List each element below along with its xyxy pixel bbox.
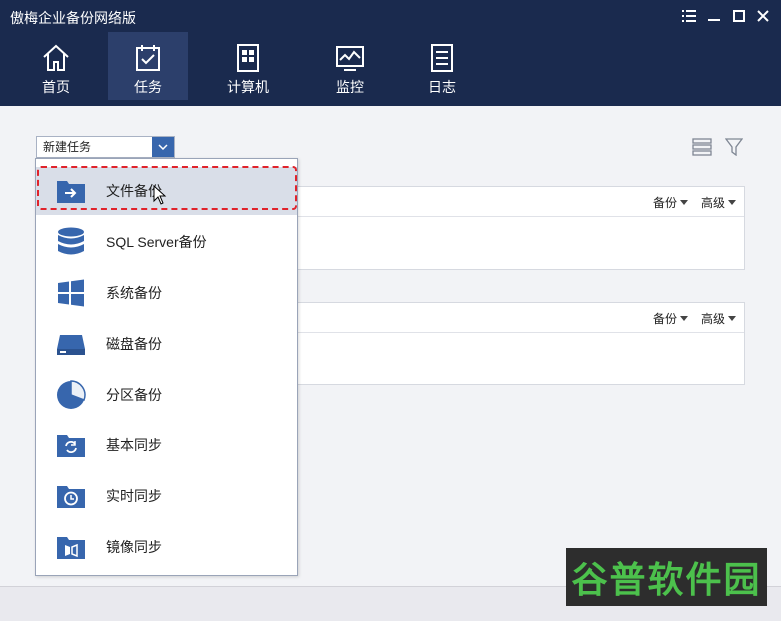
watermark-logo: 谷普软件园 — [566, 548, 767, 606]
filter-button[interactable] — [724, 138, 744, 159]
log-icon — [431, 44, 453, 72]
tab-monitor[interactable]: 监控 — [310, 32, 390, 100]
maximize-icon — [733, 10, 745, 22]
tab-label: 首页 — [42, 79, 70, 95]
app-title: 傲梅企业备份网络版 — [10, 10, 136, 26]
menu-item-label: 实时同步 — [106, 488, 162, 504]
new-task-menu: 文件备份 SQL Server备份 系统备份 磁盘备份 分区备份 基本同步 实时… — [35, 158, 298, 576]
menu-item-disk-backup[interactable]: 磁盘备份 — [36, 320, 297, 368]
database-icon — [56, 227, 86, 257]
menu-item-label: SQL Server备份 — [106, 234, 207, 250]
backup-menu[interactable]: 备份 — [653, 310, 689, 327]
caret-down-icon — [680, 316, 689, 321]
disk-icon — [56, 329, 86, 359]
close-button[interactable] — [752, 6, 774, 26]
watermark-text: 谷普软件园 — [571, 559, 762, 600]
menu-icon — [682, 10, 696, 22]
tab-label: 监控 — [336, 79, 364, 95]
menu-item-partition-backup[interactable]: 分区备份 — [36, 371, 297, 419]
highlight-annotation — [37, 166, 297, 210]
menu-button[interactable] — [678, 6, 700, 26]
backup-label: 备份 — [653, 312, 678, 326]
tab-label: 任务 — [134, 79, 162, 95]
list-view-icon — [692, 138, 712, 156]
monitor-icon — [336, 46, 364, 71]
minimize-button[interactable] — [703, 6, 725, 26]
menu-item-label: 磁盘备份 — [106, 336, 162, 352]
tab-label: 计算机 — [227, 79, 269, 95]
task-card-header: 备份 高级 — [297, 303, 744, 333]
list-view-button[interactable] — [692, 138, 712, 159]
chevron-down-icon — [152, 137, 174, 157]
advanced-menu[interactable]: 高级 — [701, 310, 737, 327]
menu-item-label: 分区备份 — [106, 387, 162, 403]
caret-down-icon — [728, 316, 737, 321]
task-card: 备份 高级 — [296, 302, 745, 385]
advanced-label: 高级 — [701, 196, 726, 210]
menu-item-realtime-sync[interactable]: 实时同步 — [36, 472, 297, 520]
new-task-dropdown[interactable]: 新建任务 — [36, 136, 175, 158]
close-icon — [757, 10, 769, 22]
tab-tasks[interactable]: 任务 — [108, 32, 188, 100]
menu-item-mirror-sync[interactable]: 镜像同步 — [36, 523, 297, 571]
filter-icon — [724, 138, 744, 157]
clock-folder-icon — [56, 481, 86, 511]
task-card-header: 备份 高级 — [297, 187, 744, 217]
minimize-icon — [708, 19, 720, 21]
new-task-label: 新建任务 — [43, 140, 92, 154]
advanced-menu[interactable]: 高级 — [701, 194, 737, 211]
sync-folder-icon — [56, 430, 86, 460]
pie-icon — [56, 380, 86, 410]
tab-log[interactable]: 日志 — [402, 32, 482, 100]
menu-item-label: 系统备份 — [106, 285, 162, 301]
title-bar: 傲梅企业备份网络版 首页 任务 计算机 监控 日志 — [0, 0, 781, 106]
backup-menu[interactable]: 备份 — [653, 194, 689, 211]
backup-label: 备份 — [653, 196, 678, 210]
menu-item-system-backup[interactable]: 系统备份 — [36, 269, 297, 317]
maximize-button[interactable] — [728, 6, 750, 26]
menu-item-label: 基本同步 — [106, 437, 162, 453]
computer-icon — [237, 44, 259, 72]
tab-label: 日志 — [428, 79, 456, 95]
mirror-folder-icon — [56, 532, 86, 562]
caret-down-icon — [728, 200, 737, 205]
tab-computer[interactable]: 计算机 — [208, 32, 288, 100]
home-icon — [43, 44, 69, 71]
mouse-cursor-icon — [153, 185, 167, 205]
advanced-label: 高级 — [701, 312, 726, 326]
caret-down-icon — [680, 200, 689, 205]
tab-home[interactable]: 首页 — [16, 32, 96, 100]
task-icon — [136, 45, 160, 71]
menu-item-label: 镜像同步 — [106, 539, 162, 555]
menu-item-sql-backup[interactable]: SQL Server备份 — [36, 218, 297, 266]
windows-icon — [56, 278, 86, 308]
menu-item-basic-sync[interactable]: 基本同步 — [36, 421, 297, 469]
task-card: 备份 高级 — [296, 186, 745, 270]
